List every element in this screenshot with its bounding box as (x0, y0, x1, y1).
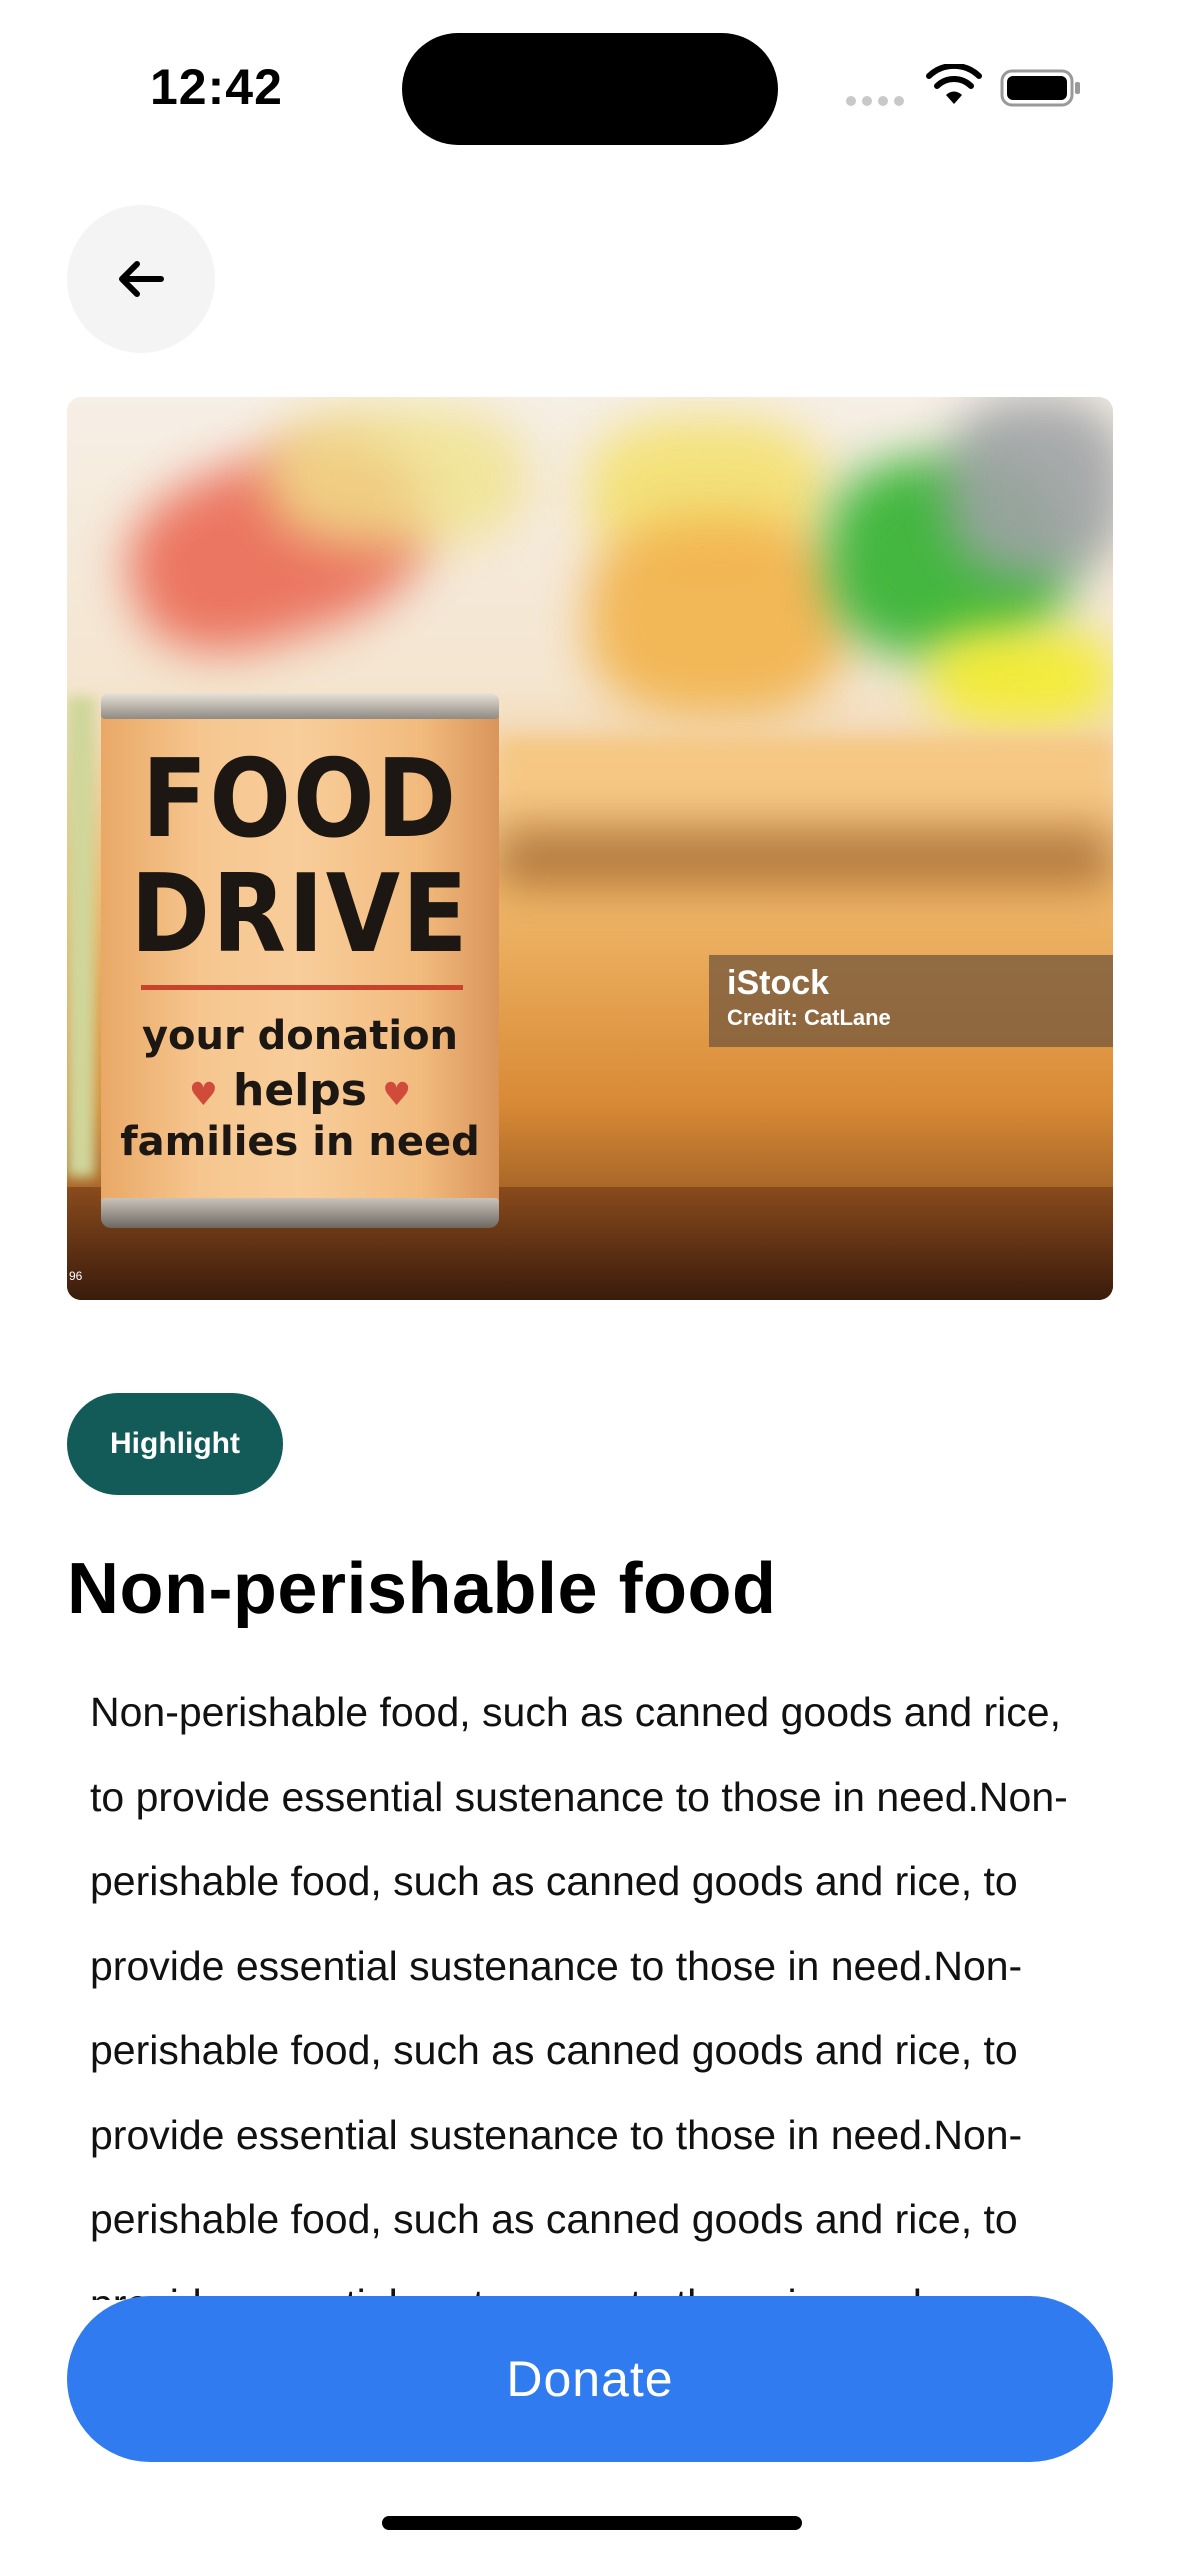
dynamic-island (402, 33, 778, 145)
can-label-drive: DRIVE (130, 851, 470, 977)
page-title: Non-perishable food (67, 1549, 777, 1629)
can-label-donation: your donation (141, 1013, 459, 1059)
can-label-helps: helps (233, 1065, 367, 1116)
image-corner-mark: 96 (69, 1269, 83, 1283)
battery-icon (1000, 69, 1080, 107)
donate-button[interactable]: Donate (67, 2296, 1113, 2462)
home-indicator[interactable] (382, 2516, 802, 2530)
image-watermark: iStock Credit: CatLane (709, 955, 1113, 1047)
cellular-signal-icon (846, 96, 904, 106)
description-text: Non-perishable food, such as canned good… (90, 1689, 1068, 2300)
wifi-icon (926, 64, 982, 104)
hero-image: FOOD DRIVE your donation ♥ helps ♥ famil… (67, 397, 1113, 1300)
can-label-families: families in need (120, 1119, 480, 1165)
highlight-badge: Highlight (67, 1393, 283, 1495)
status-bar: 12:42 (0, 0, 1179, 170)
watermark-credit: Credit: CatLane (727, 1005, 891, 1030)
heart-icon: ♥ (382, 1075, 411, 1113)
can-label-helps-row: ♥ helps ♥ (101, 1065, 499, 1116)
description-container: Non-perishable food, such as canned good… (90, 1670, 1090, 2300)
can-label-food: FOOD (141, 736, 459, 862)
arrow-left-icon (119, 261, 164, 297)
food-drive-can: FOOD DRIVE your donation ♥ helps ♥ famil… (101, 693, 499, 1233)
heart-icon: ♥ (189, 1075, 218, 1113)
watermark-brand: iStock (727, 964, 830, 1002)
status-time: 12:42 (150, 59, 283, 115)
back-button[interactable] (67, 205, 215, 353)
